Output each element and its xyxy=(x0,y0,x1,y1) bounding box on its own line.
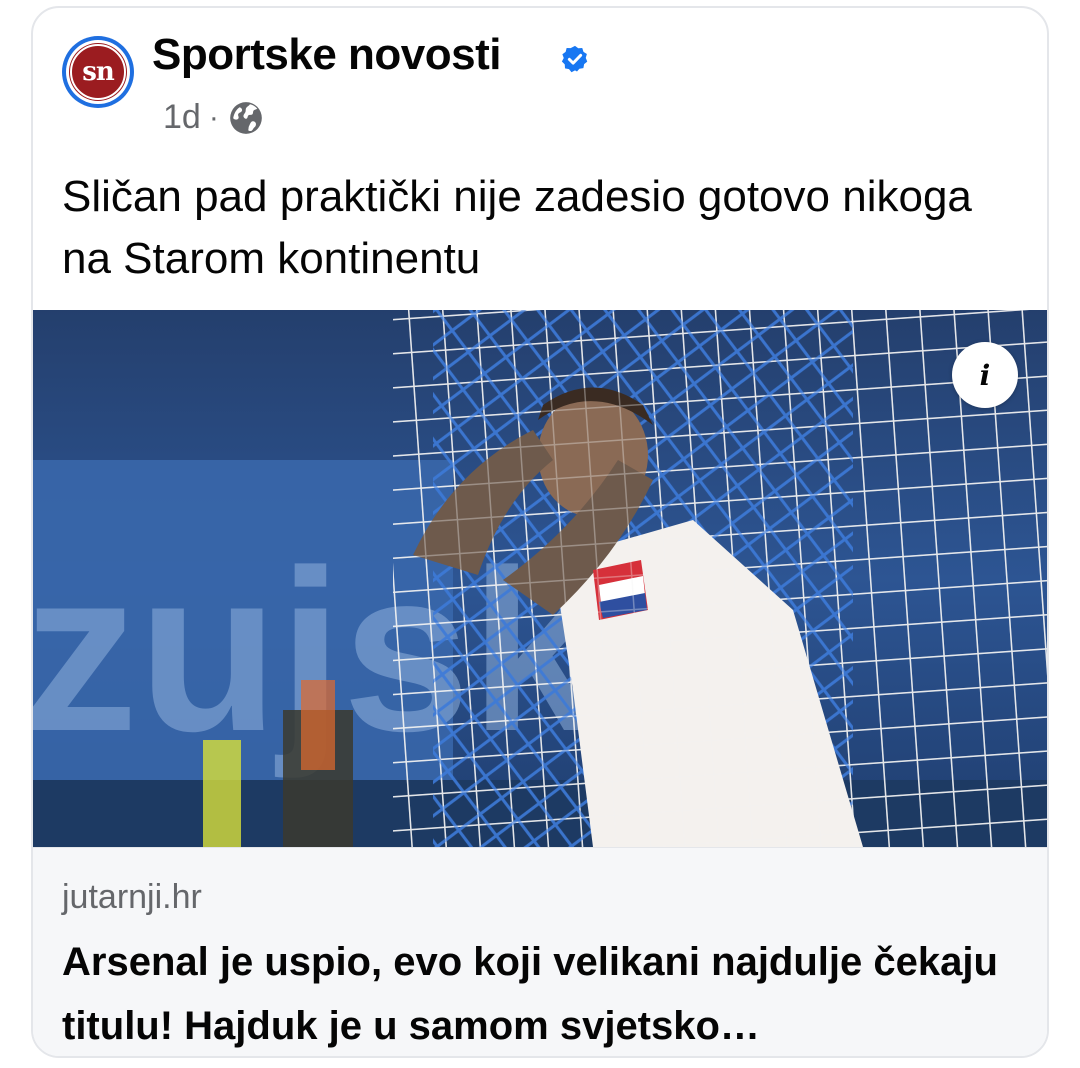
globe-icon xyxy=(229,101,262,134)
info-button[interactable]: i xyxy=(952,342,1018,408)
link-title[interactable]: Arsenal je uspio, evo koji velikani najd… xyxy=(62,930,1012,1056)
link-preview[interactable]: jutarnji.hr Arsenal je uspio, evo koji v… xyxy=(33,847,1047,1056)
post-text: Sličan pad praktički nije zadesio gotovo… xyxy=(62,172,972,283)
meta-separator: · xyxy=(208,100,219,134)
post-meta: 1d · xyxy=(163,98,265,137)
info-icon: i xyxy=(979,358,991,392)
sn-logo: sn xyxy=(70,44,126,100)
post-time[interactable]: 1d xyxy=(163,98,201,137)
post-card: sn Sportske novosti 1d · Sličan pad prak… xyxy=(31,6,1049,1058)
link-domain: jutarnji.hr xyxy=(62,878,202,916)
football-photo: zujsk xyxy=(33,310,1047,847)
page-name[interactable]: Sportske novosti xyxy=(152,30,501,80)
verified-badge-icon xyxy=(561,45,588,73)
post-header: sn Sportske novosti 1d · xyxy=(33,8,1047,148)
post-image[interactable]: zujsk xyxy=(33,310,1047,847)
page-avatar[interactable]: sn xyxy=(62,36,134,108)
avatar-logo-text: sn xyxy=(82,57,115,87)
